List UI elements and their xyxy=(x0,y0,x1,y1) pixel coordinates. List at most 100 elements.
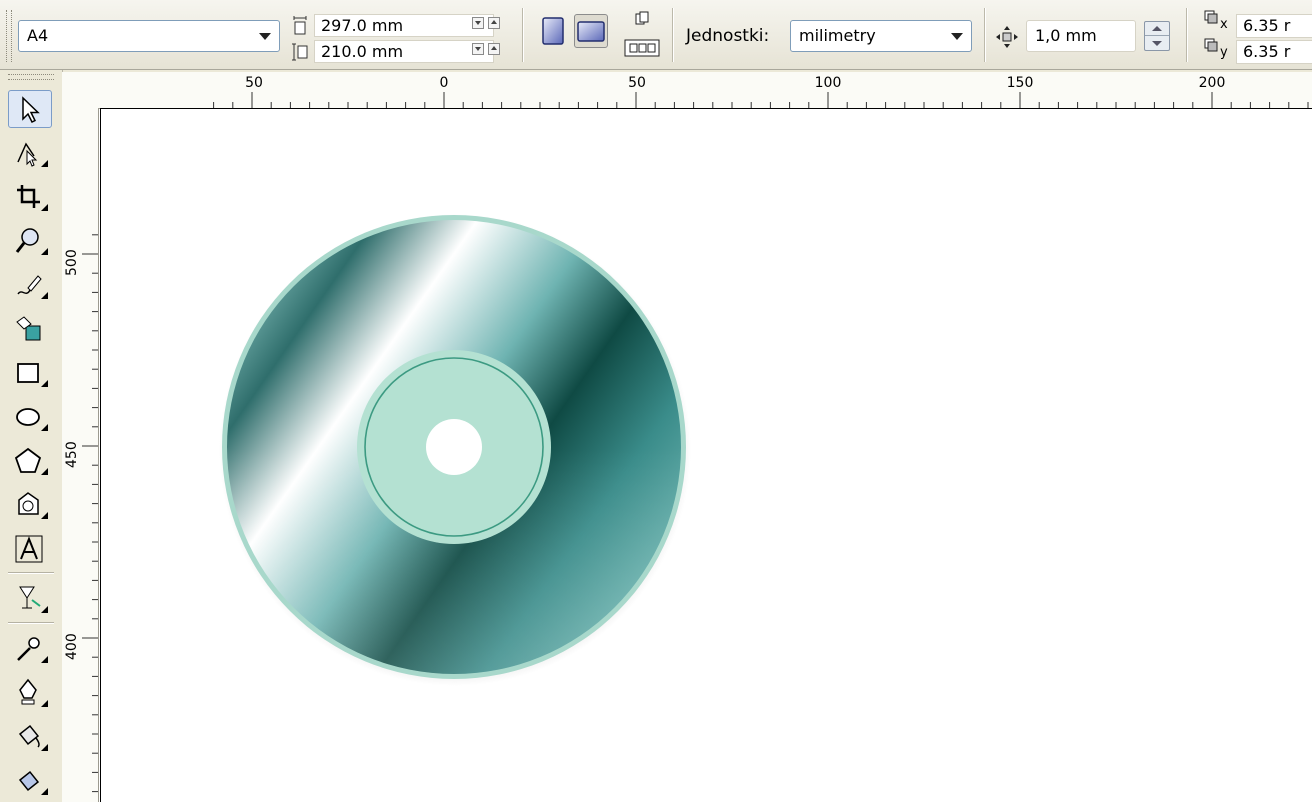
nudge-distance-input[interactable]: 1,0 mm xyxy=(1026,20,1136,52)
page-height-value: 210.0 mm xyxy=(321,42,404,61)
svg-text:x: x xyxy=(1220,17,1228,32)
fill-tool[interactable] xyxy=(8,718,52,756)
page-height-input[interactable]: 210.0 mm xyxy=(314,40,494,63)
pick-tool[interactable] xyxy=(8,90,52,128)
toolbox-grip[interactable] xyxy=(8,74,54,80)
page-layout-button[interactable] xyxy=(622,10,662,58)
toolbar-separator xyxy=(984,8,986,62)
ruler-label: 200 xyxy=(1198,75,1226,91)
smart-fill-tool[interactable] xyxy=(8,310,52,348)
page-width-row: 297.0 mm xyxy=(292,14,512,38)
svg-text:y: y xyxy=(1220,45,1228,60)
shape-node-icon xyxy=(17,142,38,167)
interactive-blend-tool[interactable] xyxy=(8,580,52,618)
blend-glass-icon xyxy=(19,586,41,609)
ruler-label: 50 xyxy=(245,75,263,91)
duplicate-y-value: 6.35 r xyxy=(1243,42,1291,61)
magnifier-icon xyxy=(15,228,39,253)
nudge-icon xyxy=(996,26,1018,48)
flyout-indicator-icon xyxy=(41,700,48,707)
landscape-button[interactable] xyxy=(574,14,608,48)
page-width-down-button[interactable] xyxy=(472,17,484,29)
freehand-tool[interactable] xyxy=(8,266,52,304)
flyout-indicator-icon xyxy=(41,744,48,751)
property-bar: A4 297.0 mm 210.0 mm Jednostki: milimetr… xyxy=(0,0,1312,70)
units-dropdown[interactable]: milimetry xyxy=(790,20,972,52)
flyout-indicator-icon xyxy=(41,656,48,663)
cd-disc-drawing[interactable] xyxy=(218,213,692,687)
flyout-indicator-icon xyxy=(41,248,48,255)
text-tool[interactable] xyxy=(8,530,52,568)
interactive-fill-tool[interactable] xyxy=(8,762,52,800)
spin-up-icon xyxy=(1152,26,1162,31)
outline-pen-tool[interactable] xyxy=(8,674,52,712)
pen-nib-icon xyxy=(19,678,37,705)
page-width-icon xyxy=(293,16,307,35)
ruler-label: 50 xyxy=(628,75,646,91)
toolbar-grip[interactable] xyxy=(6,10,12,62)
nudge-spinner[interactable] xyxy=(1144,21,1170,51)
nudge-distance-value: 1,0 mm xyxy=(1035,26,1097,45)
page-width-up-button[interactable] xyxy=(488,17,500,29)
disc-center-hole xyxy=(426,419,482,475)
duplicate-x-input[interactable]: 6.35 r xyxy=(1236,14,1312,38)
toolbox xyxy=(0,70,63,802)
duplicate-x-icon: x xyxy=(1204,10,1228,32)
flyout-indicator-icon xyxy=(41,292,48,299)
chevron-down-icon xyxy=(259,33,271,40)
freehand-pencil-icon xyxy=(17,275,42,295)
toolbox-separator xyxy=(8,622,54,624)
paint-bucket-icon xyxy=(18,724,40,748)
page-height-up-button[interactable] xyxy=(488,43,500,55)
units-label: Jednostki: xyxy=(686,26,770,46)
flyout-indicator-icon xyxy=(41,468,48,475)
polygon-tool[interactable] xyxy=(8,442,52,480)
multi-page-icon xyxy=(624,11,660,57)
crop-tool[interactable] xyxy=(8,178,52,216)
basic-shapes-icon xyxy=(18,492,39,515)
flyout-indicator-icon xyxy=(41,204,48,211)
ruler-label: 100 xyxy=(814,75,842,91)
duplicate-y-input[interactable]: 6.35 r xyxy=(1236,40,1312,64)
page-width-input[interactable]: 297.0 mm xyxy=(314,14,494,37)
page-width-value: 297.0 mm xyxy=(321,16,404,35)
rectangle-icon xyxy=(17,363,39,383)
flyout-indicator-icon xyxy=(41,380,48,387)
ellipse-icon xyxy=(16,408,40,426)
paper-size-dropdown[interactable]: A4 xyxy=(18,20,280,52)
ellipse-tool[interactable] xyxy=(8,398,52,436)
flyout-indicator-icon xyxy=(41,788,48,795)
units-value: milimetry xyxy=(799,26,876,45)
ruler-label: 500 xyxy=(64,249,80,276)
basic-shapes-tool[interactable] xyxy=(8,486,52,524)
zoom-tool[interactable] xyxy=(8,222,52,260)
flyout-indicator-icon xyxy=(41,160,48,167)
horizontal-ruler[interactable]: 50 0 50 100 150 200 xyxy=(62,72,1312,109)
rectangle-tool[interactable] xyxy=(8,354,52,392)
page-height-down-button[interactable] xyxy=(472,43,484,55)
page-border-left xyxy=(100,108,101,802)
flyout-indicator-icon xyxy=(41,606,48,613)
duplicate-y-icon: y xyxy=(1204,38,1228,60)
toolbar-separator xyxy=(672,8,674,62)
text-a-icon xyxy=(15,535,43,563)
ruler-label: 450 xyxy=(64,441,80,468)
paper-size-value: A4 xyxy=(27,26,49,45)
chevron-down-icon xyxy=(951,33,963,40)
eyedropper-tool[interactable] xyxy=(8,630,52,668)
toolbox-separator xyxy=(8,572,54,574)
vertical-ruler[interactable]: 500 450 400 xyxy=(62,108,99,802)
smart-fill-icon xyxy=(16,316,41,341)
page-height-icon xyxy=(292,43,308,61)
polygon-icon xyxy=(14,447,42,473)
shape-tool[interactable] xyxy=(8,134,52,172)
ruler-label: 150 xyxy=(1006,75,1034,91)
ruler-label: 0 xyxy=(439,75,449,91)
interactive-fill-icon xyxy=(18,770,40,792)
flyout-indicator-icon xyxy=(41,424,48,431)
portrait-button[interactable] xyxy=(536,14,570,48)
ruler-label: 400 xyxy=(64,633,80,660)
portrait-icon xyxy=(542,17,564,45)
toolbar-separator xyxy=(1186,8,1188,62)
arrow-pointer-icon xyxy=(22,96,40,124)
